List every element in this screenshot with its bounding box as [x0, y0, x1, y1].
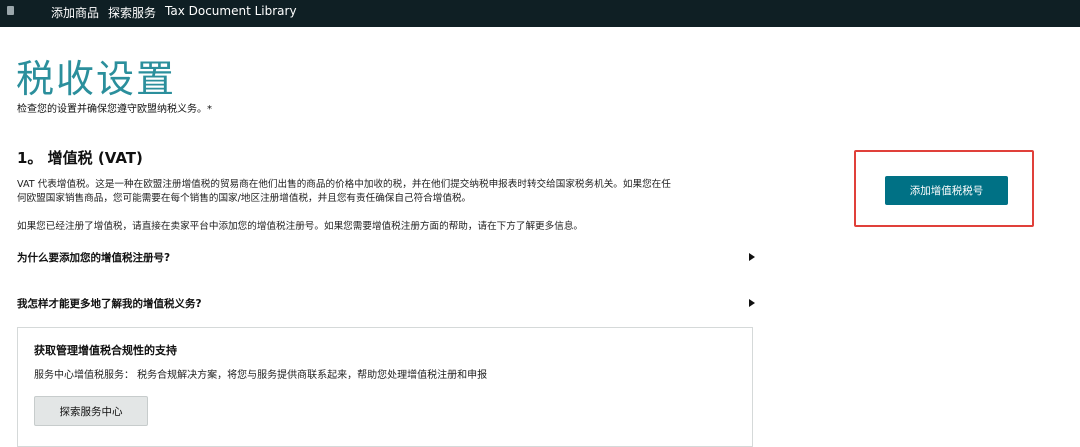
top-nav-bar: 添加商品 探索服务 Tax Document Library [0, 0, 1080, 27]
add-vat-number-button[interactable]: 添加增值税税号 [885, 176, 1008, 205]
page-subtitle: 检查您的设置并确保您遵守欧盟纳税义务。* [17, 104, 212, 115]
faq-label: 为什么要添加您的增值税注册号? [17, 252, 171, 264]
explore-service-center-button[interactable]: 探索服务中心 [34, 396, 148, 426]
support-title: 获取管理增值税合规性的支持 [34, 344, 177, 357]
support-description: 服务中心增值税服务： 税务合规解决方案，将您与服务提供商联系起来，帮助您处理增值… [34, 370, 488, 381]
faq-why-add-vat-number[interactable]: 为什么要添加您的增值税注册号? [17, 250, 755, 266]
page-title: 税收设置 [16, 57, 177, 101]
faq-label: 我怎样才能更多地了解我的增值税义务? [17, 298, 202, 310]
vat-description-line-2: 何欧盟国家销售商品，您可能需要在每个销售的国家/地区注册增值税，并且您有责任确保… [17, 193, 472, 204]
vat-description: VAT 代表增值税。这是一种在欧盟注册增值税的贸易商在他们出售的商品的价格中加收… [17, 178, 747, 206]
nav-item-add-products[interactable]: 添加商品 [51, 4, 99, 21]
vat-description-line-1: VAT 代表增值税。这是一种在欧盟注册增值税的贸易商在他们出售的商品的价格中加收… [17, 179, 671, 190]
caret-right-icon [749, 253, 755, 261]
bookmark-icon[interactable] [7, 6, 14, 15]
caret-right-icon [749, 299, 755, 307]
nav-item-tax-document-library[interactable]: Tax Document Library [165, 4, 297, 18]
faq-learn-vat-obligations[interactable]: 我怎样才能更多地了解我的增值税义务? [17, 296, 755, 312]
nav-item-explore-services[interactable]: 探索服务 [108, 4, 156, 21]
vat-registration-note: 如果您已经注册了增值税，请直接在卖家平台中添加您的增值税注册号。如果您需要增值税… [17, 221, 584, 232]
vat-support-panel: 获取管理增值税合规性的支持 服务中心增值税服务： 税务合规解决方案，将您与服务提… [17, 327, 753, 447]
vat-section-heading: 1。 增值税 (VAT) [17, 149, 143, 167]
